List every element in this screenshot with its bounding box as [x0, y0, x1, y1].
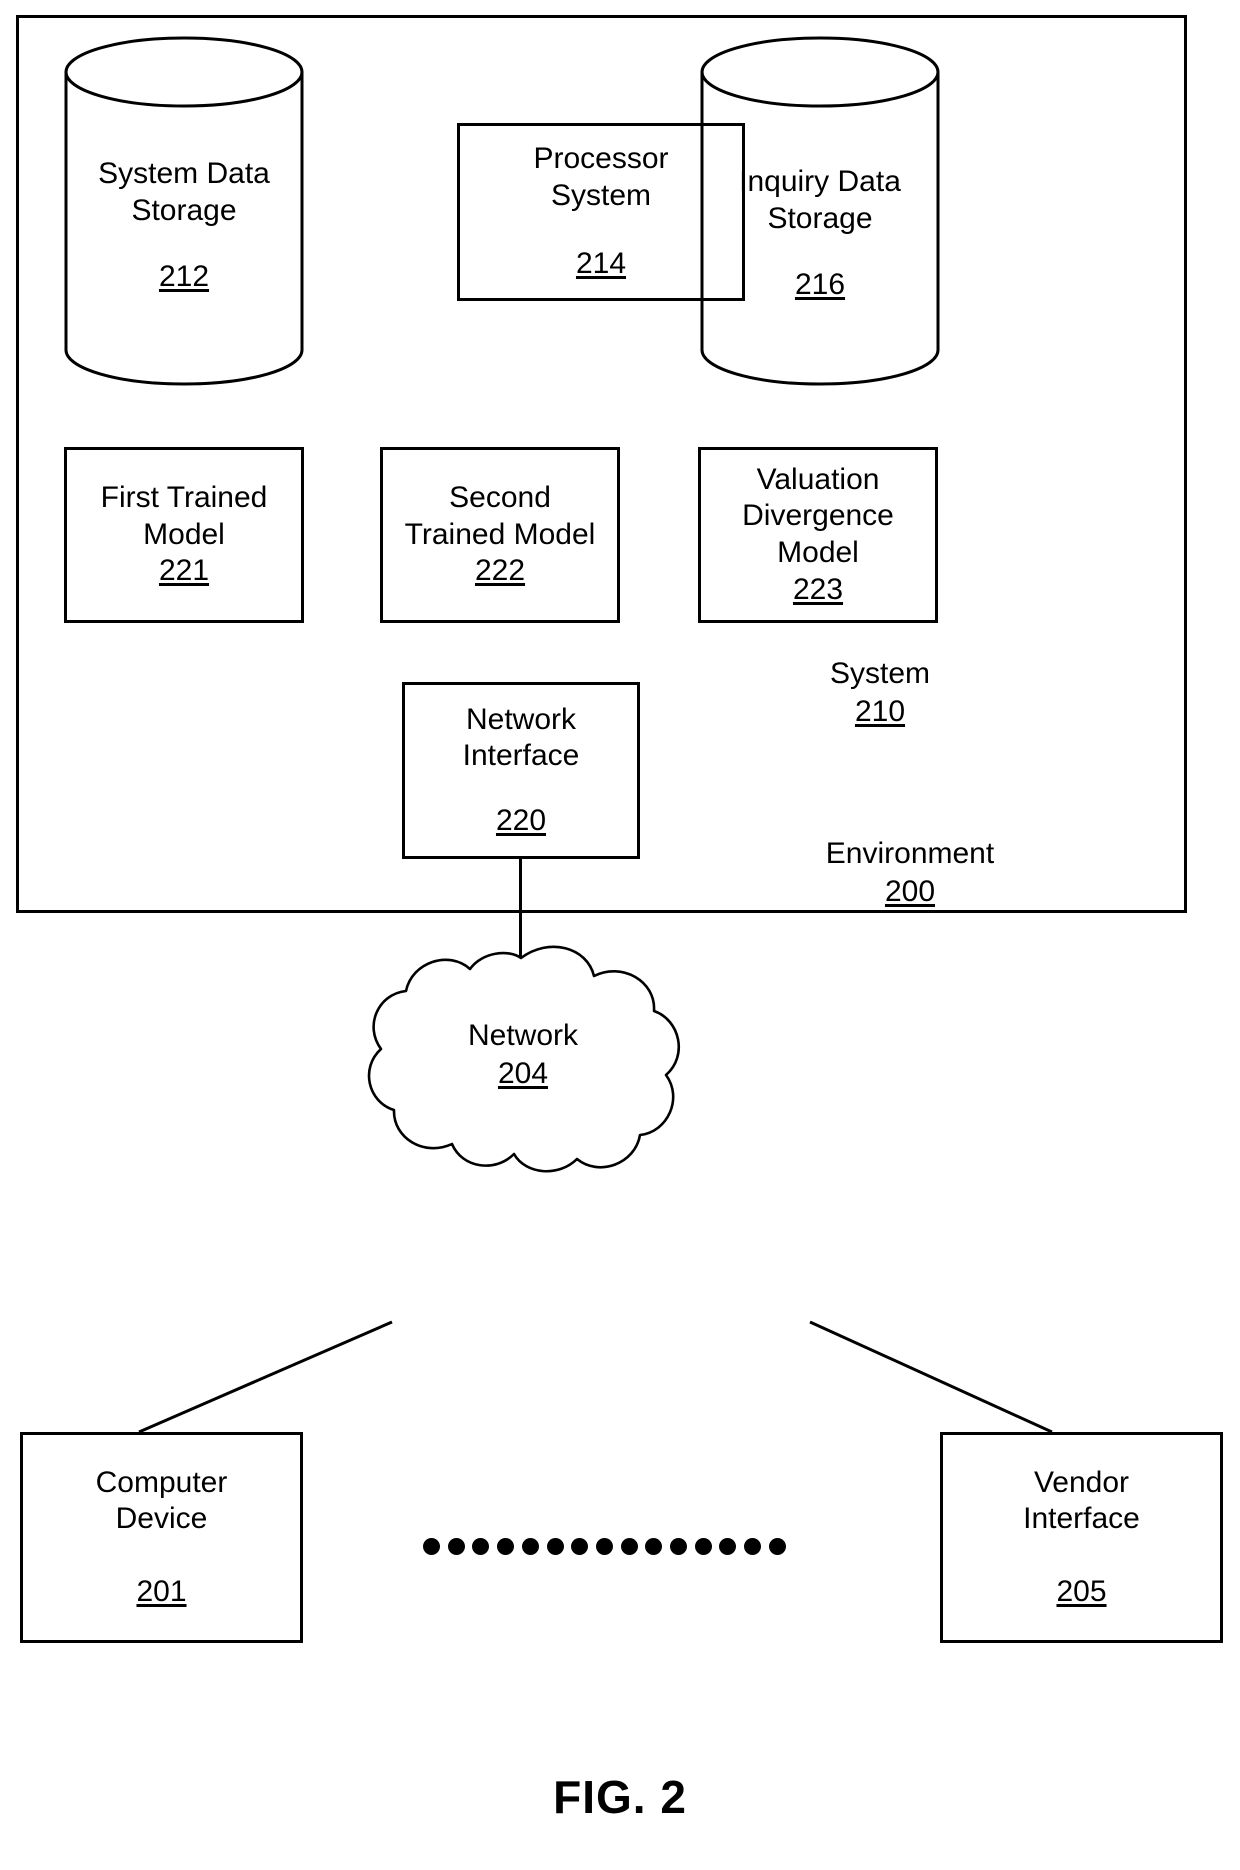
ellipsis-dot — [497, 1537, 515, 1555]
ellipsis-dots — [423, 1537, 786, 1555]
ellipsis-dot — [423, 1537, 440, 1555]
patent-figure-2: System Data Storage 212 Processor System… — [0, 0, 1240, 1870]
vendor-interface-box: Vendor Interface 205 — [940, 1432, 1223, 1643]
ellipsis-dot — [768, 1537, 786, 1555]
ellipsis-dot — [744, 1537, 762, 1555]
ellipsis-dot — [472, 1537, 490, 1555]
ellipsis-dot — [595, 1537, 613, 1555]
system-data-storage-cylinder: System Data Storage 212 — [64, 36, 304, 386]
first-trained-model-box: First Trained Model 221 — [64, 447, 304, 623]
computer-device-box: Computer Device 201 — [20, 1432, 303, 1643]
ellipsis-dot — [645, 1537, 663, 1555]
ellipsis-dot — [447, 1537, 465, 1555]
environment-label-annotation: Environment 200 — [825, 837, 995, 908]
system-label-annotation: System 210 — [829, 657, 931, 728]
valuation-divergence-model-box: Valuation Divergence Model 223 — [698, 447, 938, 623]
inquiry-data-storage-cylinder: Inquiry Data Storage 216 — [700, 36, 940, 386]
ellipsis-dot — [571, 1537, 589, 1555]
second-trained-model-box: Second Trained Model 222 — [380, 447, 620, 623]
ellipsis-dot — [719, 1537, 737, 1555]
network-interface-box: Network Interface 220 — [402, 682, 640, 859]
ellipsis-dot — [546, 1537, 564, 1555]
cloud-device-connectors — [138, 1320, 1053, 1434]
ellipsis-dot — [521, 1537, 539, 1555]
ellipsis-dot — [670, 1537, 688, 1555]
figure-caption: FIG. 2 — [553, 1771, 687, 1823]
ellipsis-dot — [694, 1537, 712, 1555]
ellipsis-dot — [620, 1537, 638, 1555]
